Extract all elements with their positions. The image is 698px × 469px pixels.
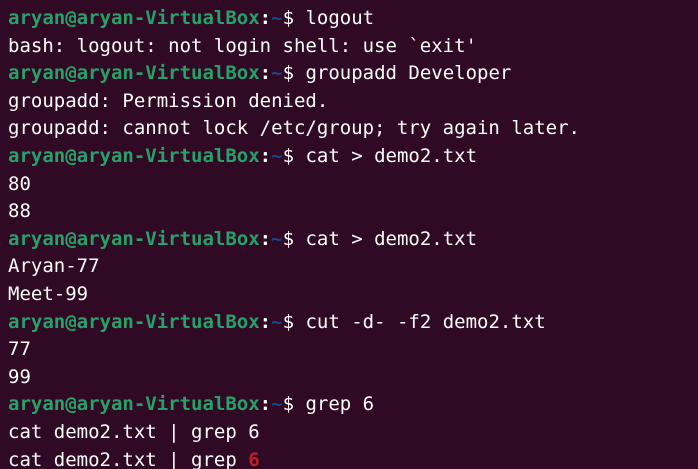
output-line: groupadd: Permission denied. <box>8 89 329 112</box>
output-line: 80 <box>8 172 31 195</box>
prompt-path: ~ <box>271 393 283 416</box>
output-line: 99 <box>8 365 31 388</box>
prompt-user-host: aryan@aryan-VirtualBox <box>8 310 260 333</box>
prompt-line: aryan@aryan-VirtualBox:~$ cat > demo2.tx… <box>8 226 698 254</box>
grep-match-prefix: cat demo2.txt | grep <box>8 448 249 469</box>
prompt-line: aryan@aryan-VirtualBox:~$ grep 6 <box>8 391 698 419</box>
prompt-symbol: $ <box>282 227 306 250</box>
prompt-colon: : <box>259 62 272 85</box>
command-text: grep 6 <box>305 393 375 416</box>
prompt-symbol: $ <box>282 7 306 29</box>
prompt-path: ~ <box>271 310 283 333</box>
output-line: 88 <box>8 200 31 223</box>
prompt-user-host: aryan@aryan-VirtualBox <box>8 393 260 416</box>
prompt-symbol: $ <box>282 144 306 167</box>
input-echo-line: cat demo2.txt | grep 6 <box>8 420 260 443</box>
prompt-user-host: aryan@aryan-VirtualBox <box>8 227 260 250</box>
command-text: cut -d- -f2 demo2.txt <box>305 310 546 333</box>
output-line: Aryan-77 <box>8 255 100 278</box>
prompt-line: aryan@aryan-VirtualBox:~$ logout <box>8 5 698 33</box>
prompt-symbol: $ <box>282 393 306 416</box>
prompt-path: ~ <box>271 62 283 85</box>
output-line: 77 <box>8 338 31 361</box>
prompt-colon: : <box>259 393 272 416</box>
prompt-path: ~ <box>271 227 283 250</box>
output-line: Meet-99 <box>8 282 89 305</box>
prompt-user-host: aryan@aryan-VirtualBox <box>8 7 260 29</box>
terminal-window[interactable]: aryan@aryan-VirtualBox:~$ logout bash: l… <box>0 0 698 469</box>
prompt-line: aryan@aryan-VirtualBox:~$ groupadd Devel… <box>8 60 698 88</box>
command-text: groupadd Developer <box>305 62 512 85</box>
prompt-symbol: $ <box>282 62 306 85</box>
prompt-path: ~ <box>271 144 283 167</box>
prompt-symbol: $ <box>282 310 306 333</box>
command-text: cat > demo2.txt <box>305 227 478 250</box>
command-text: logout <box>305 7 375 29</box>
prompt-colon: : <box>259 310 272 333</box>
prompt-colon: : <box>259 7 272 29</box>
output-line: groupadd: cannot lock /etc/group; try ag… <box>8 117 580 140</box>
prompt-colon: : <box>259 144 272 167</box>
prompt-user-host: aryan@aryan-VirtualBox <box>8 144 260 167</box>
prompt-line: aryan@aryan-VirtualBox:~$ cat > demo2.tx… <box>8 143 698 171</box>
grep-match-line: cat demo2.txt | grep 6 <box>8 447 698 469</box>
prompt-path: ~ <box>271 7 283 29</box>
prompt-line: aryan@aryan-VirtualBox:~$ cut -d- -f2 de… <box>8 309 698 337</box>
prompt-user-host: aryan@aryan-VirtualBox <box>8 62 260 85</box>
output-line: bash: logout: not login shell: use `exit… <box>8 34 477 57</box>
grep-match-highlight: 6 <box>248 448 260 469</box>
prompt-colon: : <box>259 227 272 250</box>
command-text: cat > demo2.txt <box>305 144 478 167</box>
